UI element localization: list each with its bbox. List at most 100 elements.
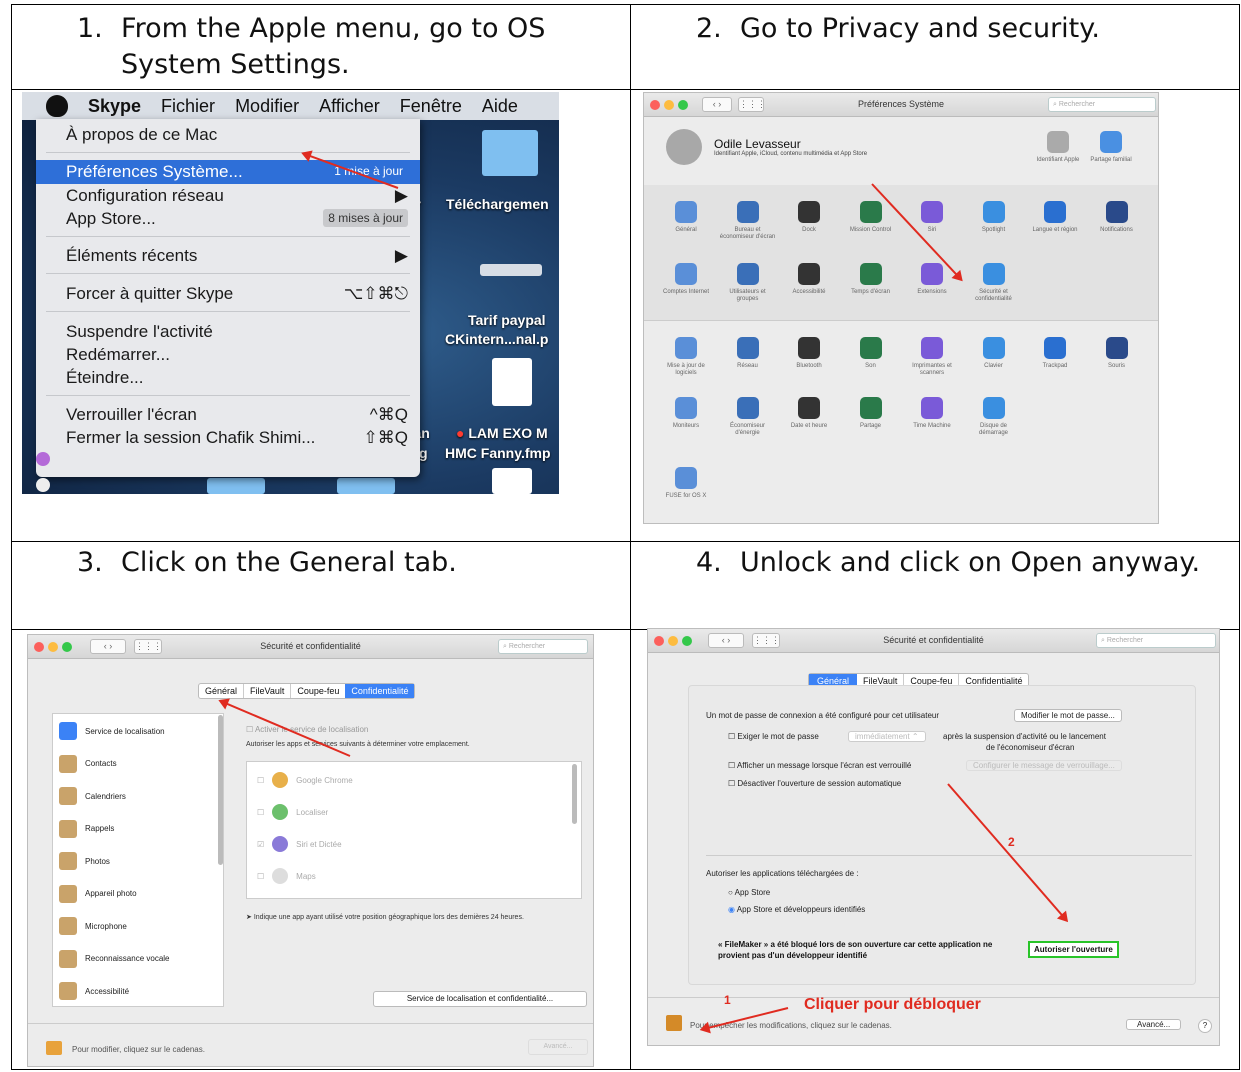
pref-pane-icon[interactable] xyxy=(921,263,943,285)
pref-pane-icon[interactable] xyxy=(921,201,943,223)
tab-filevault[interactable]: FileVault xyxy=(243,684,290,698)
checkbox-icon[interactable]: ☑ xyxy=(257,840,264,849)
apple-id-icon[interactable] xyxy=(1047,131,1069,153)
disable-autologin-label: Désactiver l'ouverture de session automa… xyxy=(737,779,902,788)
menu-app-name[interactable]: Skype xyxy=(88,96,141,117)
menu-item-recent[interactable]: Éléments récents ▶ xyxy=(36,244,420,268)
sidebar-item[interactable]: Microphone xyxy=(59,917,127,935)
pref-pane-icon[interactable] xyxy=(859,337,882,359)
menu-item-force-quit[interactable]: Forcer à quitter Skype ⌥⇧⌘⎋ xyxy=(36,282,420,306)
family-sharing-icon[interactable] xyxy=(1100,131,1122,153)
pref-pane-icon[interactable] xyxy=(1105,337,1128,359)
pref-pane-icon[interactable] xyxy=(1044,201,1066,223)
location-privacy-button[interactable]: Service de localisation et confidentiali… xyxy=(373,991,587,1007)
pref-pane-label: Utilisateurs et groupes xyxy=(729,289,766,302)
change-password-button[interactable]: Modifier le mot de passe... xyxy=(1014,709,1122,722)
search-input[interactable]: ⌕ Rechercher xyxy=(1096,633,1216,648)
lock-icon[interactable] xyxy=(46,1041,62,1055)
require-delay-select[interactable]: immédiatement ⌃ xyxy=(848,731,926,742)
checkbox-icon[interactable]: ☐ xyxy=(246,725,255,734)
pref-pane-icon[interactable] xyxy=(736,263,759,285)
pref-pane-icon[interactable] xyxy=(982,337,1005,359)
checkbox-icon[interactable]: ☐ xyxy=(257,872,264,881)
menu-item-system-prefs[interactable]: Préférences Système... 1 mise à jour xyxy=(36,160,420,184)
checkbox-icon[interactable]: ☐ xyxy=(728,732,737,741)
open-anyway-button[interactable]: Autoriser l'ouverture xyxy=(1028,941,1119,958)
pref-pane-icon[interactable] xyxy=(675,397,697,419)
apple-logo-icon[interactable] xyxy=(46,95,68,117)
pref-pane-icon[interactable] xyxy=(921,337,943,359)
sidebar-item[interactable]: Calendriers xyxy=(59,787,126,805)
app-row[interactable]: ☐ Localiser xyxy=(257,804,328,820)
sidebar-item[interactable]: Contacts xyxy=(59,754,117,773)
search-input[interactable]: ⌕ Rechercher xyxy=(1048,97,1156,112)
pref-pane-icon[interactable] xyxy=(736,337,759,359)
pref-pane-icon[interactable] xyxy=(859,397,882,419)
lock-icon[interactable] xyxy=(666,1015,682,1031)
menu-item-shutdown[interactable]: Éteindre... xyxy=(36,366,420,390)
app-row[interactable]: ☐ Google Chrome xyxy=(257,772,353,788)
pref-pane-icon[interactable] xyxy=(675,467,697,489)
menu-window[interactable]: Fenêtre xyxy=(400,96,462,117)
enable-location-row[interactable]: ☐ Activer le service de localisation xyxy=(246,725,368,734)
menu-item-logout[interactable]: Fermer la session Chafik Shimi... ⇧⌘Q xyxy=(36,426,420,450)
require-password-row[interactable]: ☐ Exiger le mot de passe xyxy=(728,732,819,741)
scrollbar[interactable] xyxy=(218,715,223,865)
configure-message-button[interactable]: Configurer le message de verrouillage... xyxy=(966,760,1122,771)
checkbox-icon[interactable]: ☐ xyxy=(728,779,737,788)
pref-pane-icon[interactable] xyxy=(798,201,820,223)
pref-pane-icon[interactable] xyxy=(675,337,697,359)
pref-pane-icon[interactable] xyxy=(1105,201,1128,223)
sidebar-item[interactable]: Reconnaissance vocale xyxy=(59,949,170,968)
sidebar-item[interactable]: Accessibilité xyxy=(59,982,129,1000)
pref-pane-icon[interactable] xyxy=(982,397,1005,419)
pref-pane-icon[interactable] xyxy=(1044,337,1066,359)
sidebar-item[interactable]: Service de localisation xyxy=(59,722,165,740)
pref-pane-icon[interactable] xyxy=(675,201,697,223)
pref-pane-icon[interactable] xyxy=(982,263,1005,285)
pref-pane-icon[interactable] xyxy=(859,263,882,285)
radio-app-store-identified[interactable]: ◉ App Store et développeurs identifiés xyxy=(728,905,865,914)
app-row[interactable]: ☑ Siri et Dictée xyxy=(257,836,342,852)
sidebar-item[interactable]: Rappels xyxy=(59,819,114,838)
app-row[interactable]: ☐ Maps xyxy=(257,868,316,884)
search-input[interactable]: ⌕ Rechercher xyxy=(498,639,588,654)
show-message-row[interactable]: ☐ Afficher un message lorsque l'écran es… xyxy=(728,761,911,770)
menu-edit[interactable]: Modifier xyxy=(235,96,299,117)
pref-pane-icon[interactable] xyxy=(798,337,820,359)
checkbox-icon[interactable]: ☐ xyxy=(257,808,264,817)
help-button[interactable]: ? xyxy=(1198,1019,1212,1033)
sidebar-item[interactable]: Appareil photo xyxy=(59,884,137,903)
pref-pane-icon[interactable] xyxy=(675,263,697,285)
pref-pane-icon[interactable] xyxy=(859,201,882,223)
radio-selected-icon[interactable]: ◉ xyxy=(728,905,737,914)
menu-item-network[interactable]: Configuration réseau ▶ xyxy=(36,184,420,208)
checkbox-icon[interactable]: ☐ xyxy=(257,776,264,785)
radio-app-store[interactable]: ○ App Store xyxy=(728,888,770,897)
privacy-sidebar: Service de localisation Contacts Calendrie… xyxy=(52,713,224,1007)
menu-item-app-store[interactable]: App Store... 8 mises à jour xyxy=(36,207,420,231)
checkbox-icon[interactable]: ☐ xyxy=(728,761,737,770)
pref-pane-icon[interactable] xyxy=(798,397,820,419)
menu-item-sleep[interactable]: Suspendre l'activité xyxy=(36,320,420,344)
radio-icon[interactable]: ○ xyxy=(728,888,735,897)
sidebar-item[interactable]: Photos xyxy=(59,852,110,870)
pref-pane-icon[interactable] xyxy=(921,397,943,419)
avatar[interactable] xyxy=(666,129,702,165)
menu-view[interactable]: Afficher xyxy=(319,96,380,117)
pref-pane-icon[interactable] xyxy=(736,397,759,419)
pref-pane-icon[interactable] xyxy=(736,201,759,223)
menu-file[interactable]: Fichier xyxy=(161,96,215,117)
pref-pane-icon[interactable] xyxy=(798,263,820,285)
tab-firewall[interactable]: Coupe-feu xyxy=(290,684,345,698)
menu-item-about[interactable]: À propos de ce Mac xyxy=(36,123,420,147)
advanced-button[interactable]: Avancé... xyxy=(528,1039,588,1055)
disable-autologin-row[interactable]: ☐ Désactiver l'ouverture de session auto… xyxy=(728,779,901,788)
advanced-button[interactable]: Avancé... xyxy=(1126,1019,1182,1030)
menu-item-restart[interactable]: Redémarrer... xyxy=(36,343,420,367)
scrollbar[interactable] xyxy=(572,764,577,824)
tab-privacy[interactable]: Confidentialité xyxy=(345,684,415,698)
pref-pane-icon[interactable] xyxy=(982,201,1005,223)
menu-help[interactable]: Aide xyxy=(482,96,518,117)
menu-item-lock-screen[interactable]: Verrouiller l'écran ^⌘Q xyxy=(36,403,420,427)
